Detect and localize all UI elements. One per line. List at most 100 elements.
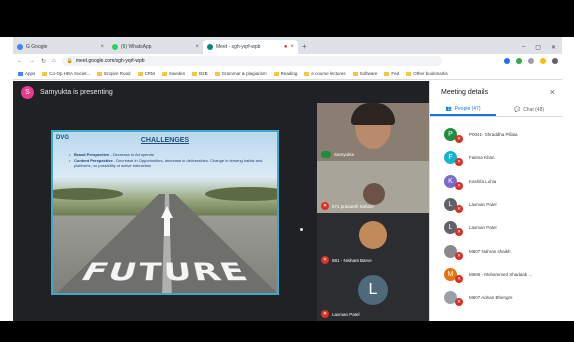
close-icon[interactable]: × (195, 44, 199, 50)
bookmarks-bar: Apps Co-Op HBA Societ... Empire Road CRM… (13, 68, 562, 80)
lock-icon: 🔒 (66, 58, 73, 64)
letterbox-top (0, 0, 574, 37)
mic-off-icon: ✕ (455, 135, 463, 144)
folder-icon (161, 71, 167, 76)
recording-dot-icon: ● (283, 44, 288, 50)
tab-label: People (47) (454, 105, 481, 112)
person-name: P0041- Shraddha Pillaia (469, 132, 518, 138)
address-bar[interactable]: 🔒 meet.google.com/sgh-yqrf-wpb (61, 56, 442, 66)
bookmark-item[interactable]: Sweden (161, 71, 186, 76)
close-icon[interactable]: × (100, 44, 104, 50)
bookmark-label: Fed (391, 71, 400, 76)
bookmark-label: Empire Road (104, 71, 131, 76)
bookmark-label: Reading (280, 71, 298, 76)
bullet-text: - Decrease in Ad spends (110, 152, 154, 157)
tab-google[interactable]: G Google × (13, 40, 108, 54)
bookmark-item[interactable]: Empire Road (97, 71, 131, 76)
tile-name: 881 - Nishant Barve (332, 257, 372, 263)
avatar-initial: F (448, 154, 453, 162)
letterbox-bottom (0, 321, 574, 342)
bookmark-item[interactable]: Software (352, 71, 377, 76)
participant-tile[interactable]: L ✕ Laxman Patel (317, 267, 429, 321)
bookmark-item[interactable]: Reading (273, 71, 298, 76)
bookmark-item[interactable]: B2B (192, 71, 208, 76)
slide-title: CHALLENGES (140, 137, 190, 144)
list-item[interactable]: ✕ M607 Adnan Bhengre (430, 286, 562, 309)
bookmark-other[interactable]: Other bookmarks (406, 71, 448, 76)
new-tab-button[interactable]: + (302, 40, 307, 54)
profile-icon[interactable] (540, 58, 546, 64)
list-item[interactable]: L ✕ Laxman Patel (430, 193, 562, 216)
url-text: meet.google.com/sgh-yqrf-wpb (75, 58, 145, 64)
maximize-button[interactable]: ▢ (535, 44, 541, 51)
person-name: M607 Adnan Bhengre (469, 295, 513, 301)
reload-icon[interactable]: ↻ (41, 58, 46, 65)
avatar: ✕ (444, 291, 463, 307)
avatar-initial: L (448, 224, 453, 232)
tab-people[interactable]: 👥 People (47) (430, 103, 496, 116)
bookmark-label: Co-Op HBA Societ... (49, 71, 91, 76)
extension-icon[interactable] (504, 58, 510, 64)
close-icon[interactable]: × (550, 87, 555, 97)
participant-photo (359, 221, 387, 249)
slide-bullet: Content Perspective - Decrease in Opport… (69, 158, 274, 169)
bookmark-label: Sweden (168, 71, 186, 76)
participant-tile[interactable]: ✕ 881 - Nishant Barve (317, 213, 429, 267)
speaking-icon (321, 151, 331, 158)
list-item[interactable]: M ✕ M696 - Mohammed Shadaab ... (430, 263, 562, 286)
folder-icon (42, 71, 48, 76)
tab-chat[interactable]: 💬 Chat (48) (496, 103, 562, 116)
list-item[interactable]: K ✕ Kashifa Lohia (430, 170, 562, 193)
home-icon[interactable]: ⌂ (52, 58, 56, 64)
extension-icon[interactable] (516, 58, 522, 64)
list-item[interactable]: F ✕ Fatima Khan (430, 146, 562, 169)
avatar: M ✕ (444, 267, 463, 283)
more-options-icon[interactable] (300, 228, 303, 231)
tab-label: G Google (26, 44, 48, 50)
list-item[interactable]: L ✕ Laxman Patel (430, 216, 562, 239)
tile-label: ✕ 881 - Nishant Barve (321, 256, 372, 264)
mic-off-icon: ✕ (455, 298, 463, 307)
bookmark-label: Other bookmarks (413, 71, 448, 76)
close-window-button[interactable]: ✕ (551, 44, 556, 51)
avatar-initial: K (448, 177, 453, 185)
mic-off-icon: ✕ (455, 251, 463, 260)
mic-off-icon: ✕ (321, 256, 329, 264)
apps-icon (18, 71, 23, 76)
mic-off-icon: ✕ (321, 202, 329, 210)
folder-icon (352, 71, 358, 76)
person-name: M696 - Mohammed Shadaab ... (469, 271, 533, 277)
mic-off-icon: ✕ (321, 310, 329, 318)
forward-icon[interactable]: → (29, 58, 35, 64)
person-name: Laxman Patel (469, 202, 497, 208)
panel-tabs: 👥 People (47) 💬 Chat (48) (430, 103, 562, 117)
menu-icon[interactable] (552, 58, 558, 64)
bookmark-item[interactable]: CRM (137, 71, 155, 76)
tile-label: Samyukta (321, 151, 354, 158)
participant-tile[interactable]: ✕ 671 prasanth Sahani (317, 161, 429, 213)
avatar: L ✕ (444, 221, 463, 237)
list-item[interactable]: P ✕ P0041- Shraddha Pillaia (430, 123, 562, 146)
bookmark-item[interactable]: e course lectures (304, 71, 346, 76)
tab-label: Meet - sgh-yqrf-wpb (216, 44, 261, 50)
list-item[interactable]: ✕ M607 Nahran shaikh (430, 239, 562, 262)
people-list: P ✕ P0041- Shraddha Pillaia F ✕ Fatima Kha… (430, 117, 562, 309)
tab-meet[interactable]: Meet - sgh-yqrf-wpb ● × (203, 40, 298, 54)
tab-label: (6) WhatsApp (121, 44, 152, 50)
presenter-bar: S Samyukta is presenting (21, 86, 113, 99)
folder-icon (192, 71, 198, 76)
minimize-button[interactable]: – (522, 44, 525, 50)
bookmark-item[interactable]: Co-Op HBA Societ... (42, 71, 90, 76)
bookmark-label: e course lectures (311, 71, 346, 76)
bookmark-item[interactable]: Grammar & plagiarism (214, 71, 267, 76)
avatar: ✕ (444, 244, 463, 260)
close-icon[interactable]: × (290, 44, 294, 50)
slide-bullets: Brand Perspective - Decrease in Ad spend… (69, 152, 274, 169)
bookmark-item[interactable]: Fed (384, 71, 399, 76)
back-icon[interactable]: ← (17, 58, 23, 64)
tab-whatsapp[interactable]: (6) WhatsApp × (108, 40, 203, 54)
folder-icon (273, 71, 279, 76)
participant-tile[interactable]: Samyukta (317, 103, 429, 161)
bookmark-apps[interactable]: Apps (18, 71, 35, 76)
extension-icon[interactable] (528, 58, 534, 64)
